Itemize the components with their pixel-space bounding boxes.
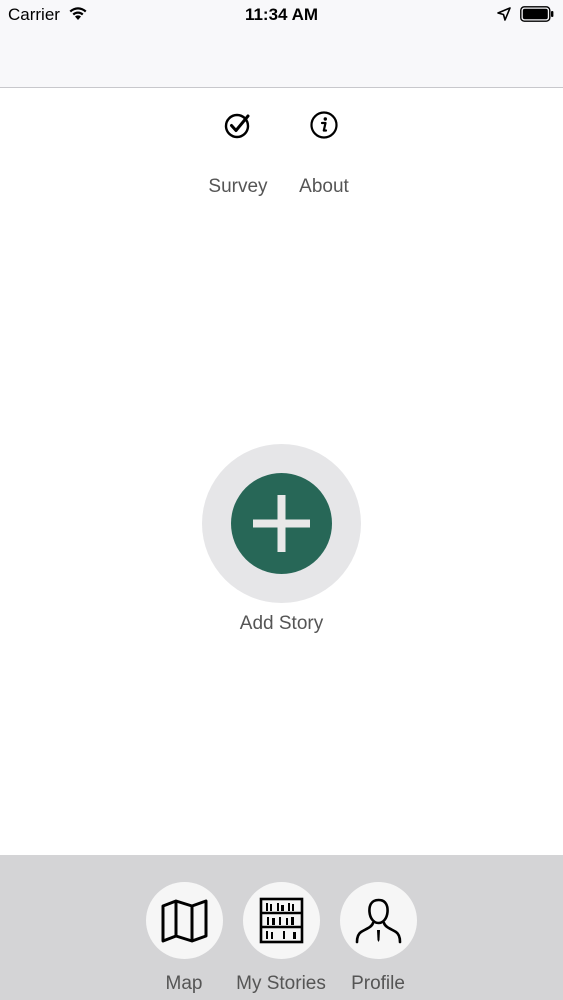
plus-icon (253, 495, 310, 552)
add-story-button[interactable] (202, 444, 361, 603)
status-time: 11:34 AM (244, 5, 319, 24)
add-story-circle[interactable] (231, 473, 332, 574)
battery-icon (520, 6, 554, 22)
survey-label: Survey (208, 176, 268, 197)
tab-profile-label: Profile (351, 973, 405, 994)
tab-map-circle[interactable] (145, 882, 223, 959)
tab-profile[interactable]: Profile (323, 882, 433, 995)
tab-my-stories[interactable]: My Stories (226, 882, 336, 995)
tab-profile-circle[interactable] (339, 882, 417, 959)
status-bar: Carrier 11:34 AM (0, 0, 563, 30)
checkmark-circle-icon (224, 113, 250, 139)
tab-my-stories-label: My Stories (236, 973, 326, 994)
about-label: About (299, 176, 349, 197)
about-button[interactable]: About (279, 110, 369, 198)
location-arrow-icon (497, 7, 511, 21)
tab-bar: Map My Stories Profile (0, 855, 563, 1000)
tab-map-label: Map (165, 973, 203, 994)
tab-map[interactable]: Map (129, 882, 239, 995)
info-circle-icon (310, 111, 338, 139)
survey-button[interactable]: Survey (193, 110, 283, 198)
map-icon (161, 899, 207, 943)
app-screen: Carrier 11:34 AM Survey About Add Story … (0, 0, 563, 1000)
tab-my-stories-circle[interactable] (242, 882, 320, 959)
person-icon (355, 898, 401, 944)
add-story-label: Add Story (239, 613, 324, 634)
navigation-bar (0, 30, 563, 88)
bookshelf-icon (259, 897, 303, 944)
